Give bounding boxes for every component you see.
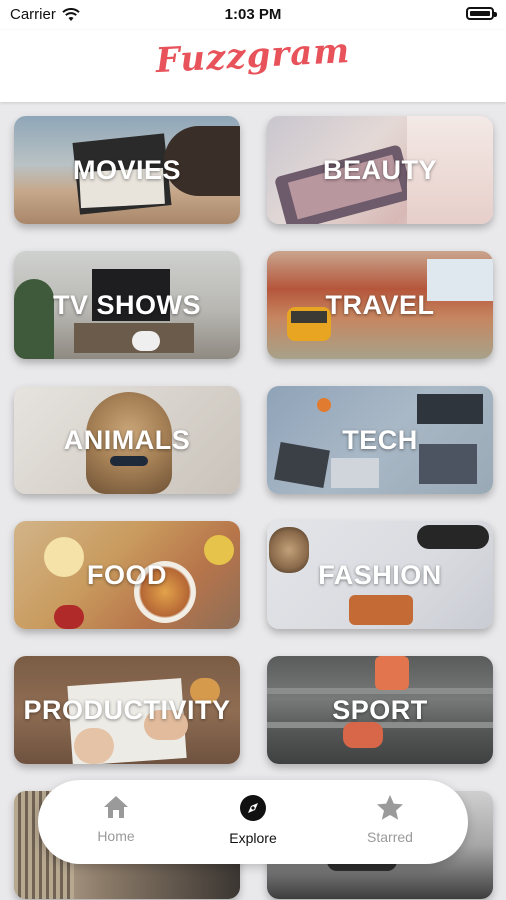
category-label: PRODUCTIVITY [23, 694, 231, 725]
category-card-sport[interactable]: SPORT [267, 656, 493, 764]
status-time: 1:03 PM [224, 6, 282, 23]
home-icon [104, 796, 128, 818]
bottom-tab-bar: Home Explore Starred [38, 780, 468, 864]
tab-explore[interactable]: Explore [203, 794, 303, 846]
app-header: Fuzzgram [0, 30, 506, 102]
status-bar: Carrier 1:03 PM [0, 0, 506, 30]
category-card-tv-shows[interactable]: TV SHOWS [14, 251, 240, 359]
tab-starred[interactable]: Starred [340, 794, 440, 845]
tab-home[interactable]: Home [66, 794, 166, 844]
category-card-beauty[interactable]: BEAUTY [267, 116, 493, 224]
category-label: BEAUTY [322, 154, 437, 185]
category-label: SPORT [332, 694, 428, 725]
star-icon [377, 795, 403, 820]
category-card-tech[interactable]: TECH [267, 386, 493, 494]
tab-starred-label: Starred [367, 829, 413, 845]
category-card-productivity[interactable]: PRODUCTIVITY [14, 656, 240, 764]
category-card-fashion[interactable]: FASHION [267, 521, 493, 629]
category-label: FASHION [318, 559, 442, 590]
category-label: MOVIES [72, 154, 182, 185]
tab-home-label: Home [97, 828, 135, 844]
category-label: TRAVEL [325, 289, 435, 320]
tab-explore-label: Explore [229, 830, 277, 846]
category-card-food[interactable]: FOOD [14, 521, 240, 629]
category-card-travel[interactable]: TRAVEL [267, 251, 493, 359]
category-card-movies[interactable]: MOVIES [14, 116, 240, 224]
app-logo: Fuzzgram [154, 30, 352, 82]
compass-icon [240, 795, 266, 821]
category-label: TECH [342, 424, 418, 455]
battery-icon [466, 7, 497, 20]
category-label: TV SHOWS [52, 289, 201, 320]
category-card-animals[interactable]: ANIMALS [14, 386, 240, 494]
category-label: ANIMALS [63, 424, 191, 455]
category-label: FOOD [87, 559, 167, 590]
